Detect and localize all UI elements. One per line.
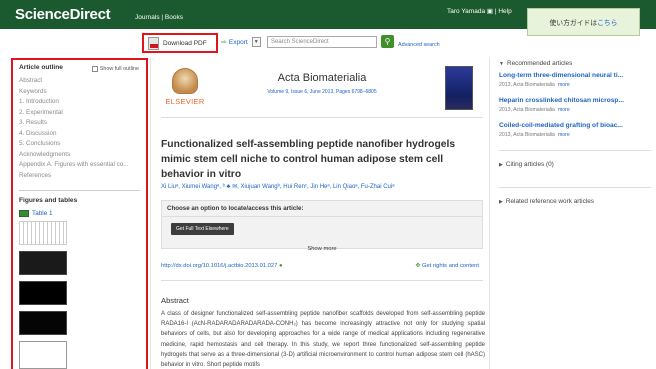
recommended-meta: 2013, Acta Biomaterialia more bbox=[499, 132, 651, 138]
journal-title[interactable]: Acta Biomaterialia bbox=[161, 72, 483, 84]
guide-link[interactable]: こちら bbox=[597, 17, 617, 27]
nav-books[interactable]: Books bbox=[165, 14, 183, 21]
chevron-down-icon[interactable]: ▼ bbox=[251, 37, 261, 47]
table-1-link[interactable]: Table 1 bbox=[19, 210, 140, 217]
volume-info[interactable]: Volume 9, Issue 6, June 2013, Pages 6798… bbox=[161, 89, 483, 95]
show-full-label: Show full outline bbox=[99, 66, 139, 72]
recommended-heading[interactable]: ▼ Recommended articles bbox=[499, 60, 651, 67]
abstract-text: A class of designer functionalized self-… bbox=[161, 311, 485, 369]
rights-label: Get rights and content bbox=[421, 263, 479, 269]
info-icon: ● bbox=[278, 263, 283, 269]
chevron-right-icon: ▶ bbox=[499, 162, 503, 168]
outline-item-appendix[interactable]: Appendix A. Figures with essential co... bbox=[19, 160, 140, 171]
export-icon: ⇨ bbox=[221, 39, 227, 46]
abstract-heading: Abstract bbox=[161, 296, 189, 305]
recommended-item: Heparin crosslinked chitosan microsp... … bbox=[499, 97, 651, 113]
nav-journals[interactable]: Journals bbox=[135, 14, 160, 21]
figure-thumbnail[interactable] bbox=[19, 221, 67, 245]
recommended-title[interactable]: Long-term three-dimensional neural ti... bbox=[499, 72, 651, 79]
table-icon bbox=[19, 210, 29, 217]
article-title: Functionalized self-assembling peptide n… bbox=[161, 139, 456, 180]
outline-item-introduction[interactable]: 1. Introduction bbox=[19, 97, 140, 108]
outline-item-abstract[interactable]: Abstract bbox=[19, 76, 140, 87]
publisher-name: ELSEVIER bbox=[165, 97, 205, 106]
download-pdf-button[interactable]: Download PDF bbox=[142, 33, 218, 53]
outline-item-results[interactable]: 3. Results bbox=[19, 118, 140, 129]
guide-callout: 使い方ガイドは こちら bbox=[527, 8, 640, 36]
chevron-right-icon: ▶ bbox=[499, 199, 503, 205]
outline-item-conclusions[interactable]: 5. Conclusions bbox=[19, 139, 140, 150]
recommended-label: Recommended articles bbox=[506, 60, 573, 67]
article-main: ELSEVIER Acta Biomaterialia Volume 9, Is… bbox=[150, 58, 490, 369]
sciencedirect-logo[interactable]: ScienceDirect bbox=[15, 6, 111, 23]
help-link[interactable]: Help bbox=[498, 8, 511, 15]
export-label: Export bbox=[228, 38, 248, 46]
citing-articles-label: Citing articles (0) bbox=[505, 161, 554, 168]
outline-item-keywords[interactable]: Keywords bbox=[19, 87, 140, 98]
outline-item-experimental[interactable]: 2. Experimental bbox=[19, 108, 140, 119]
search-icon[interactable]: ⚲ bbox=[381, 35, 394, 48]
recommended-title[interactable]: Coiled-coil-mediated grafting of bioac..… bbox=[499, 122, 651, 129]
right-sidebar: ▼ Recommended articles Long-term three-di… bbox=[494, 58, 656, 369]
recommended-source: 2013, Acta Biomaterialia bbox=[499, 107, 555, 113]
more-link[interactable]: more bbox=[558, 132, 570, 138]
figures-tables-title: Figures and tables bbox=[19, 197, 78, 204]
get-full-text-button[interactable]: Get Full Text Elsewhere bbox=[171, 223, 234, 235]
figure-thumbnail[interactable] bbox=[19, 251, 67, 275]
recommended-item: Long-term three-dimensional neural ti...… bbox=[499, 72, 651, 88]
search-input[interactable]: Search ScienceDirect bbox=[267, 36, 377, 48]
figure-thumbnail[interactable] bbox=[19, 281, 67, 305]
table-1-label: Table 1 bbox=[32, 210, 53, 217]
search-placeholder: Search ScienceDirect bbox=[271, 39, 329, 45]
advanced-search-link[interactable]: Advanced search bbox=[398, 42, 440, 48]
access-options-box: Choose an option to locate/access this a… bbox=[161, 200, 483, 249]
recommended-source: 2013, Acta Biomaterialia bbox=[499, 82, 555, 88]
recommended-item: Coiled-coil-mediated grafting of bioac..… bbox=[499, 122, 651, 138]
access-options-title: Choose an option to locate/access this a… bbox=[162, 201, 482, 217]
download-pdf-label: Download PDF bbox=[163, 39, 207, 47]
citing-articles-section[interactable]: ▶ Citing articles (0) bbox=[499, 150, 651, 168]
get-rights-link[interactable]: ✥ Get rights and content bbox=[415, 263, 479, 269]
user-menu-icon[interactable]: ▣ bbox=[487, 8, 493, 15]
top-nav: Journals | Books bbox=[135, 14, 183, 21]
related-reference-section[interactable]: ▶ Related reference work articles bbox=[499, 187, 651, 205]
outline-item-discussion[interactable]: 4. Discussion bbox=[19, 129, 140, 140]
figure-thumbnail[interactable] bbox=[19, 341, 67, 369]
more-link[interactable]: more bbox=[558, 82, 570, 88]
show-more-link[interactable]: Show more bbox=[161, 246, 483, 252]
export-button[interactable]: ⇨ Export ▼ bbox=[221, 37, 261, 47]
outline-item-references[interactable]: References bbox=[19, 171, 140, 182]
guide-text: 使い方ガイドは bbox=[549, 20, 598, 27]
outline-item-acknowledgments[interactable]: Acknowledgments bbox=[19, 150, 140, 161]
show-full-outline-toggle[interactable]: Show full outline bbox=[91, 66, 139, 72]
checkbox[interactable] bbox=[91, 66, 98, 72]
article-outline-panel: Article outline Show full outline Abstra… bbox=[11, 58, 148, 369]
journal-banner: ELSEVIER Acta Biomaterialia Volume 9, Is… bbox=[161, 64, 483, 118]
more-link[interactable]: more bbox=[558, 107, 570, 113]
divider bbox=[161, 280, 483, 281]
user-name[interactable]: Taro Yamada bbox=[447, 8, 485, 15]
journal-cover-image[interactable] bbox=[445, 66, 473, 110]
pdf-icon bbox=[148, 36, 159, 50]
user-area: Taro Yamada ▣ | Help bbox=[447, 7, 512, 15]
doi-link[interactable]: http://dx.doi.org/10.1016/j.actbio.2013.… bbox=[161, 263, 283, 269]
divider bbox=[19, 190, 140, 191]
doi-text: http://dx.doi.org/10.1016/j.actbio.2013.… bbox=[161, 263, 278, 269]
author-list[interactable]: Xi Liuᵃ, Xiumei Wangᵃ, ᵇ ♣ ✉, Xiujuan Wa… bbox=[161, 183, 483, 190]
recommended-meta: 2013, Acta Biomaterialia more bbox=[499, 107, 651, 113]
recommended-source: 2013, Acta Biomaterialia bbox=[499, 132, 555, 138]
figure-thumbnail[interactable] bbox=[19, 311, 67, 335]
recommended-meta: 2013, Acta Biomaterialia more bbox=[499, 82, 651, 88]
chevron-down-icon: ▼ bbox=[499, 61, 504, 67]
rights-icon: ✥ bbox=[415, 263, 421, 269]
related-reference-label: Related reference work articles bbox=[505, 198, 594, 205]
recommended-title[interactable]: Heparin crosslinked chitosan microsp... bbox=[499, 97, 651, 104]
